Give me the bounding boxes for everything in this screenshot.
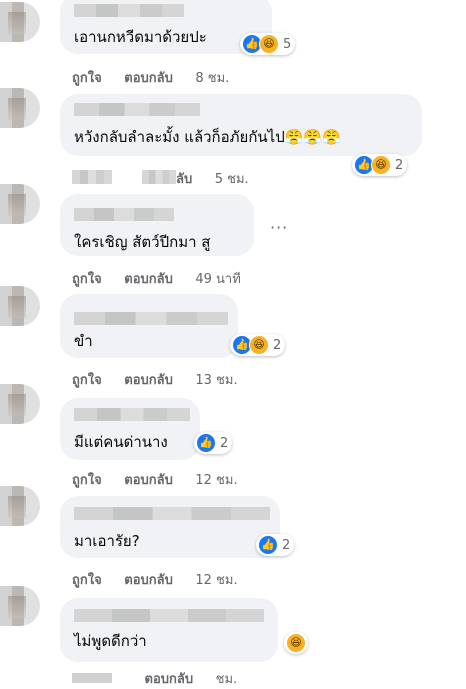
haha-icon: 😆 (286, 633, 306, 653)
timestamp[interactable]: 49 นาที (195, 272, 240, 287)
reaction-count: 2 (220, 435, 229, 451)
like-icon: 👍 (196, 433, 216, 453)
reply-link[interactable]: ลับ (176, 172, 192, 187)
avatar[interactable] (0, 486, 40, 526)
comment-text: หวังกลับลำละมั้ง แล้วก็อภัยกันไป😤😤😤 (74, 128, 341, 146)
comment-actions: ถูกใจ ตอบกลับ 13 ชม. (72, 369, 256, 390)
haha-icon: 😆 (259, 34, 279, 54)
haha-icon: 😆 (371, 155, 391, 175)
comment-bubble: ใครเชิญ สัตว์ปีกมา สู (60, 194, 254, 256)
like-icon: 👍 (258, 535, 278, 555)
reaction-summary[interactable]: 👍 😆 2 (230, 334, 286, 356)
reaction-summary[interactable]: 👍 😆 2 (352, 154, 408, 176)
timestamp[interactable]: 5 ชม. (215, 172, 249, 187)
comment-actions: ถูกใจ ตอบกลับ 8 ชม. (72, 67, 247, 88)
reply-link[interactable]: ตอบกลับ (145, 672, 194, 687)
avatar[interactable] (0, 88, 40, 128)
commenter-name-blurred[interactable] (74, 609, 264, 622)
reply-link[interactable]: ตอบกลับ (124, 473, 173, 488)
comment-text: ไม่พูดดีกว่า (74, 632, 147, 650)
like-link[interactable] (72, 673, 112, 683)
reaction-count: 2 (282, 537, 291, 553)
reaction-summary[interactable]: 👍 2 (194, 432, 233, 454)
more-options-icon[interactable]: ··· (270, 218, 288, 237)
comment-actions: ลับ 5 ชม. (176, 168, 267, 189)
like-link[interactable]: ถูกใจ (72, 373, 102, 388)
reaction-summary[interactable]: 👍 😆 5 (240, 33, 296, 55)
commenter-name-blurred[interactable] (74, 4, 184, 17)
comment-bubble: มาเอารัย? (60, 496, 280, 558)
commenter-name-blurred[interactable] (74, 408, 190, 421)
avatar[interactable] (0, 384, 40, 424)
commenter-name-blurred[interactable] (74, 103, 200, 116)
comment-text: ใครเชิญ สัตว์ปีกมา สู (74, 233, 211, 251)
like-link[interactable]: ถูกใจ (72, 473, 102, 488)
timestamp[interactable]: 13 ชม. (195, 373, 237, 388)
comment-actions: ตอบกลับ ชม. (72, 668, 255, 689)
timestamp[interactable]: 12 ชม. (195, 473, 237, 488)
blurred-actions (142, 170, 176, 184)
haha-icon: 😆 (249, 335, 269, 355)
timestamp[interactable]: 8 ชม. (195, 71, 229, 86)
reaction-summary[interactable]: 👍 2 (256, 534, 295, 556)
like-link[interactable]: ถูกใจ (72, 272, 102, 287)
commenter-name-blurred[interactable] (74, 208, 174, 221)
comment-text: มาเอารัย? (74, 532, 140, 550)
comment-bubble: ขำ (60, 294, 238, 358)
comment-text: เอานกหวีดมาด้วยปะ (74, 28, 207, 46)
blurred-actions (72, 170, 112, 184)
commenter-name-blurred[interactable] (74, 312, 228, 325)
avatar[interactable] (0, 2, 40, 42)
comment-actions: ถูกใจ ตอบกลับ 12 ชม. (72, 469, 256, 490)
reply-link[interactable]: ตอบกลับ (124, 71, 173, 86)
avatar[interactable] (0, 286, 40, 326)
reply-link[interactable]: ตอบกลับ (124, 373, 173, 388)
comment-bubble: มีแต่คนด่านาง (60, 398, 200, 460)
comment-text: มีแต่คนด่านาง (74, 433, 168, 451)
comment-text: ขำ (74, 332, 93, 350)
comment-bubble: ไม่พูดดีกว่า (60, 598, 278, 662)
like-link[interactable]: ถูกใจ (72, 573, 102, 588)
commenter-name-blurred[interactable] (74, 507, 270, 520)
avatar[interactable] (0, 184, 40, 224)
reply-link[interactable]: ตอบกลับ (124, 573, 173, 588)
avatar[interactable] (0, 586, 40, 626)
reaction-summary[interactable]: 😆 (284, 632, 308, 654)
comment-bubble: หวังกลับลำละมั้ง แล้วก็อภัยกันไป😤😤😤 (60, 94, 422, 156)
timestamp[interactable]: 12 ชม. (195, 573, 237, 588)
comment-actions: ถูกใจ ตอบกลับ 49 นาที (72, 268, 259, 289)
reply-link[interactable]: ตอบกลับ (124, 272, 173, 287)
like-link[interactable]: ถูกใจ (72, 71, 102, 86)
timestamp[interactable]: ชม. (216, 672, 238, 687)
comment-actions: ถูกใจ ตอบกลับ 12 ชม. (72, 569, 256, 590)
reaction-count: 2 (395, 157, 404, 173)
reaction-count: 5 (283, 36, 292, 52)
reaction-count: 2 (273, 337, 282, 353)
